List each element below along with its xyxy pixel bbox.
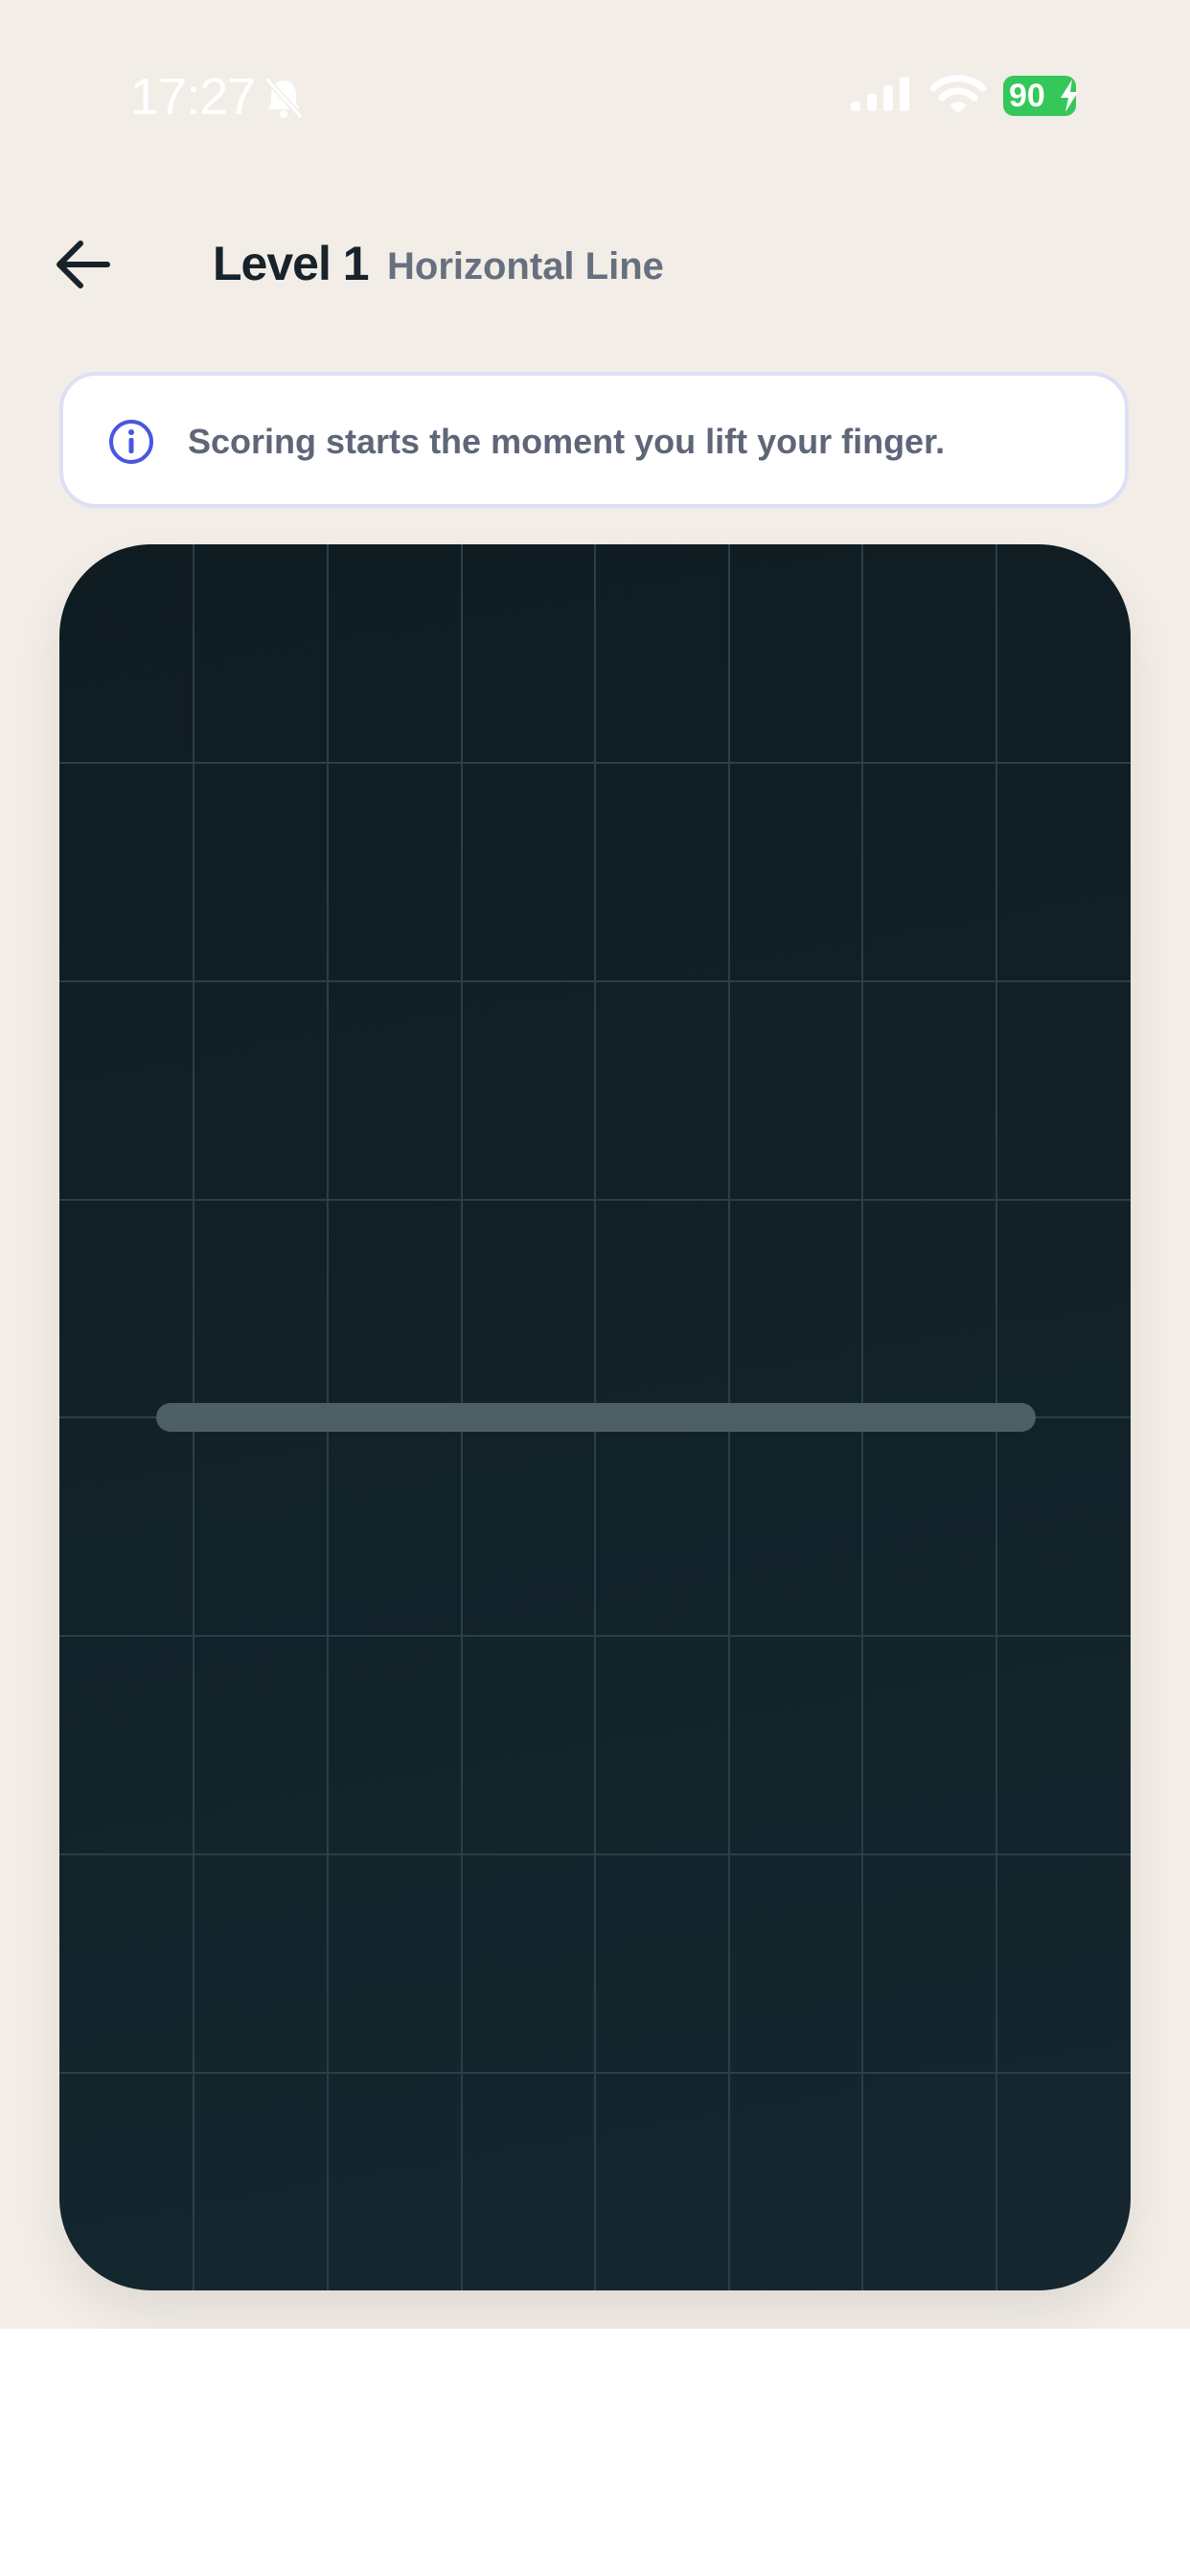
page-title: Level 1 — [213, 237, 370, 290]
drawing-canvas[interactable] — [59, 544, 1131, 2290]
battery-level: 90 — [1009, 78, 1045, 114]
charging-bolt-icon — [1061, 80, 1078, 112]
silent-bell-icon — [263, 76, 304, 120]
battery-indicator: 90 — [1003, 76, 1078, 116]
info-icon — [109, 420, 153, 464]
level-subtitle: Horizontal Line — [387, 245, 664, 288]
info-banner: Scoring starts the moment you lift your … — [59, 372, 1129, 508]
wifi-icon — [929, 75, 987, 113]
bottom-panel — [0, 2329, 1190, 2576]
back-arrow-icon[interactable] — [54, 236, 115, 293]
canvas-grid — [59, 544, 1131, 2290]
status-bar: 17:27 90 — [0, 0, 1190, 192]
cellular-signal-icon — [851, 77, 909, 111]
status-time: 17:27 — [130, 68, 256, 126]
banner-text: Scoring starts the moment you lift your … — [188, 422, 946, 461]
